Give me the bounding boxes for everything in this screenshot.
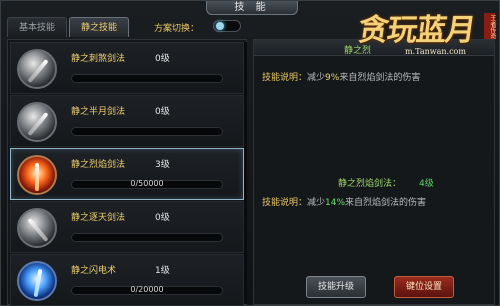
- current-skill-description: 技能说明：减少9%来自烈焰剑法的伤害: [262, 70, 420, 83]
- skill-window: 技 能 基本技能 静之技能 方案切换： 静之刺煞剑法 0级 静之半月剑法 0级 …: [0, 0, 500, 306]
- skill-item[interactable]: 静之刺煞剑法 0级: [10, 42, 244, 94]
- skill-item[interactable]: 静之半月剑法 0级: [10, 95, 244, 147]
- skill-level: 0级: [155, 213, 170, 223]
- list-scrollbar[interactable]: [244, 42, 247, 304]
- skill-progress-bar: [71, 74, 223, 83]
- next-level-row: 静之烈焰剑法： 4级: [338, 176, 434, 189]
- skill-list: 静之刺煞剑法 0级 静之半月剑法 0级 静之烈焰剑法 3级 0/50000 静之…: [7, 39, 247, 306]
- flame-sword-icon: [17, 155, 57, 195]
- game-logo: 贪玩蓝月 m.Tanwan.com 王者传奇: [353, 5, 496, 61]
- skill-level: 0级: [155, 107, 170, 117]
- desc-post: 来自烈焰剑法的伤害: [339, 73, 421, 83]
- skill-progress-bar: [71, 127, 223, 136]
- tab-jing-skills[interactable]: 静之技能: [69, 17, 129, 37]
- lightning-icon: [17, 261, 57, 301]
- crescent-sword-icon: [17, 102, 57, 142]
- skill-level: 3级: [155, 160, 170, 170]
- skill-upgrade-button[interactable]: 技能升级: [306, 276, 366, 298]
- logo-seal: 王者传奇: [484, 13, 496, 39]
- desc-label: 技能说明：: [262, 73, 308, 83]
- desc-value: 9%: [325, 73, 340, 83]
- skill-item[interactable]: 静之闪电术 1级 0/20000: [10, 254, 244, 306]
- skill-name: 静之刺煞剑法: [71, 54, 126, 64]
- key-settings-button[interactable]: 键位设置: [394, 276, 454, 298]
- skill-level: 1级: [155, 266, 170, 276]
- skill-item-selected[interactable]: 静之烈焰剑法 3级 0/50000: [10, 148, 244, 200]
- tab-basic-skills[interactable]: 基本技能: [7, 17, 67, 37]
- sky-sword-icon: [17, 208, 57, 248]
- next-desc-post: 来自烈焰剑法的伤害: [345, 198, 427, 208]
- skill-name: 静之逐天剑法: [71, 213, 126, 223]
- logo-url: m.Tanwan.com: [405, 47, 466, 56]
- skill-item[interactable]: 静之逐天剑法 0级: [10, 201, 244, 253]
- skill-tabs: 基本技能 静之技能: [7, 17, 129, 39]
- skill-progress-bar: [71, 233, 223, 242]
- next-desc-label: 技能说明：: [262, 198, 308, 208]
- skill-name: 静之闪电术: [71, 266, 117, 276]
- next-skill-name: 静之烈焰剑法：: [338, 179, 402, 189]
- toggle-knob-icon: [216, 22, 224, 30]
- plan-switch-toggle[interactable]: [213, 20, 241, 32]
- next-skill-description: 技能说明：减少14%来自烈焰剑法的伤害: [262, 195, 426, 208]
- skill-detail-panel: 静之烈 技能说明：减少9%来自烈焰剑法的伤害 静之烈焰剑法： 4级 技能说明：减少…: [253, 39, 495, 305]
- plan-switch-label: 方案切换：: [154, 24, 200, 34]
- next-desc-pre: 减少: [307, 198, 326, 208]
- sword-slash-icon: [17, 49, 57, 89]
- window-title: 技 能: [206, 1, 298, 15]
- skill-progress-text: 0/20000: [130, 285, 164, 294]
- skill-name: 静之半月剑法: [71, 107, 126, 117]
- skill-progress-text: 0/50000: [130, 179, 164, 188]
- logo-text: 贪玩蓝月: [356, 13, 477, 48]
- next-skill-level: 4级: [419, 179, 434, 189]
- skill-name: 静之烈焰剑法: [71, 160, 126, 170]
- desc-pre: 减少: [307, 73, 326, 83]
- next-desc-value: 14%: [325, 198, 346, 208]
- skill-level: 0级: [155, 54, 170, 64]
